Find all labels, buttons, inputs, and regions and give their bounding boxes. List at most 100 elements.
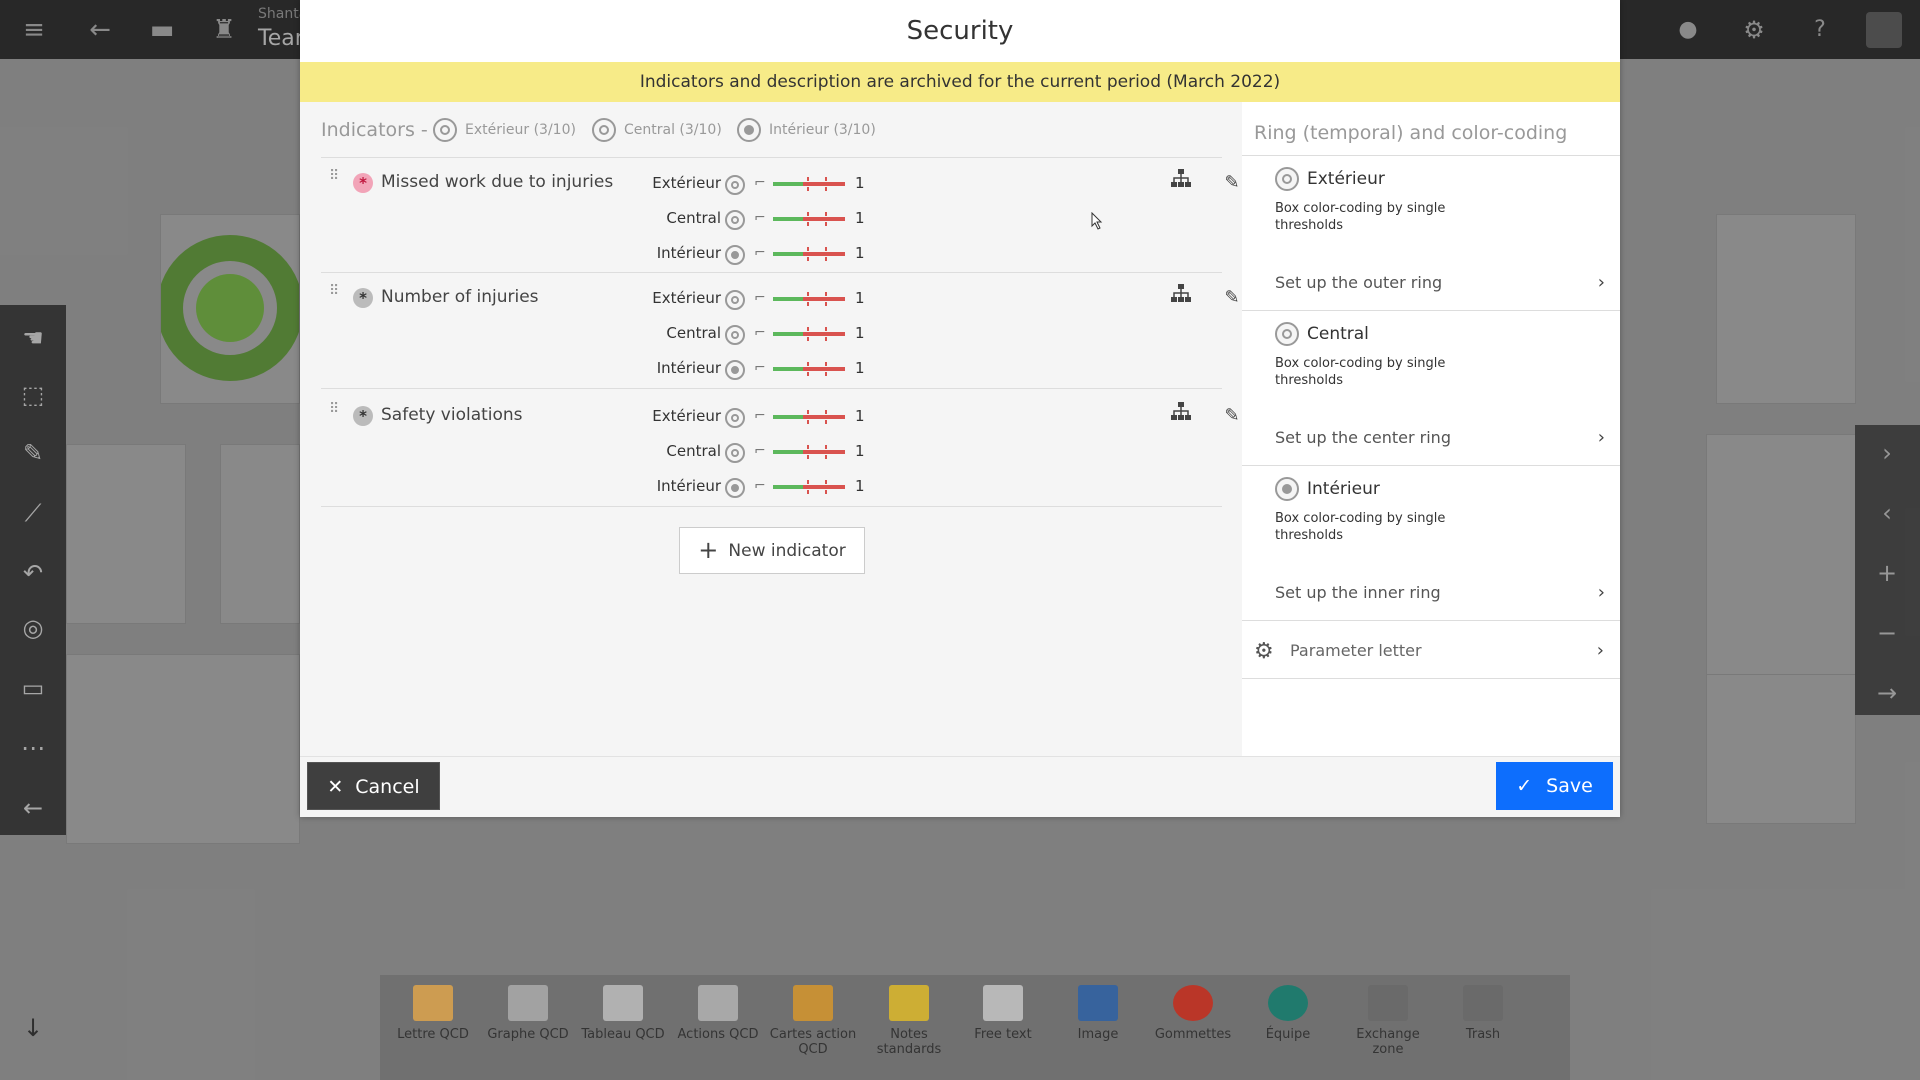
link-label: Set up the inner ring xyxy=(1275,583,1441,602)
inner-ring-icon xyxy=(725,478,745,498)
divider xyxy=(1242,620,1620,621)
inner-ring-icon xyxy=(725,245,745,265)
ring-description: Box color-coding by single thresholds xyxy=(1275,201,1446,233)
parameter-letter-link[interactable]: ⚙ Parameter letter › xyxy=(1254,638,1604,665)
threshold-value: 1 xyxy=(855,324,865,342)
ring-label: Extérieur xyxy=(652,289,721,307)
indicators-heading: Indicators - xyxy=(321,119,428,141)
link-label: Parameter letter xyxy=(1290,641,1422,660)
legend-label: Intérieur (3/10) xyxy=(769,122,876,138)
ring-threshold-row: Intérieur ⌐ 1 xyxy=(611,242,865,268)
ring-threshold-row: Intérieur ⌐ 1 xyxy=(611,475,865,501)
center-ring-icon xyxy=(592,118,616,142)
chevron-right-icon: › xyxy=(1596,640,1604,661)
threshold-bar xyxy=(773,292,845,306)
link-label: Set up the outer ring xyxy=(1275,273,1443,292)
threshold-step-icon: ⌐ xyxy=(754,325,766,341)
threshold-bar xyxy=(773,177,845,191)
close-icon: ✕ xyxy=(327,776,344,798)
ring-title-central: Central xyxy=(1275,321,1369,347)
ring-threshold-row: Intérieur ⌐ 1 xyxy=(611,357,865,383)
threshold-value: 1 xyxy=(855,289,865,307)
ring-name: Extérieur xyxy=(1307,169,1385,189)
threshold-step-icon: ⌐ xyxy=(754,210,766,226)
ring-label: Intérieur xyxy=(656,244,721,262)
chevron-right-icon: › xyxy=(1597,272,1605,293)
legend-exterior: Extérieur (3/10) xyxy=(433,118,576,142)
ring-description: Box color-coding by single thresholds xyxy=(1275,356,1446,388)
ring-label: Central xyxy=(666,442,721,460)
setup-outer-ring-link[interactable]: Set up the outer ring › xyxy=(1275,271,1605,295)
asterisk-icon: * xyxy=(353,288,373,308)
inner-ring-icon xyxy=(1275,477,1299,501)
divider xyxy=(1242,678,1620,679)
panel-title: Ring (temporal) and color-coding xyxy=(1254,122,1568,144)
threshold-bar xyxy=(773,327,845,341)
threshold-step-icon: ⌐ xyxy=(754,290,766,306)
drag-handle-icon[interactable]: ⠿ xyxy=(329,169,343,190)
divider xyxy=(1242,310,1620,311)
legend-central: Central (3/10) xyxy=(592,118,722,142)
threshold-value: 1 xyxy=(855,359,865,377)
threshold-step-icon: ⌐ xyxy=(754,245,766,261)
cancel-button[interactable]: ✕ Cancel xyxy=(307,762,440,810)
drag-handle-icon[interactable]: ⠿ xyxy=(329,284,343,305)
threshold-value: 1 xyxy=(855,209,865,227)
threshold-bar xyxy=(773,247,845,261)
hierarchy-icon[interactable] xyxy=(1166,401,1196,431)
ring-threshold-row: Central ⌐ 1 xyxy=(611,207,865,233)
center-ring-icon xyxy=(1275,322,1299,346)
new-indicator-button[interactable]: + New indicator xyxy=(679,527,865,574)
threshold-bar xyxy=(773,445,845,459)
ring-title-interior: Intérieur xyxy=(1275,476,1380,502)
hierarchy-icon[interactable] xyxy=(1166,283,1196,313)
archive-banner: Indicators and description are archived … xyxy=(300,62,1620,102)
threshold-bar xyxy=(773,480,845,494)
legend-label: Central (3/10) xyxy=(624,122,722,138)
setup-center-ring-link[interactable]: Set up the center ring › xyxy=(1275,426,1605,450)
ring-settings-panel: Ring (temporal) and color-coding Extérie… xyxy=(1242,102,1620,756)
indicator-name: Safety violations xyxy=(381,405,523,425)
cancel-label: Cancel xyxy=(355,776,420,798)
outer-ring-icon xyxy=(725,290,745,310)
ring-title-exterior: Extérieur xyxy=(1275,166,1385,192)
mouse-cursor-icon xyxy=(1091,212,1103,230)
ring-description: Box color-coding by single thresholds xyxy=(1275,511,1446,543)
threshold-value: 1 xyxy=(855,442,865,460)
chevron-right-icon: › xyxy=(1597,582,1605,603)
ring-label: Intérieur xyxy=(656,477,721,495)
hierarchy-icon[interactable] xyxy=(1166,168,1196,198)
save-button[interactable]: ✓ Save xyxy=(1496,762,1613,810)
gear-icon: ⚙ xyxy=(1254,638,1274,664)
center-ring-icon xyxy=(725,443,745,463)
ring-name: Central xyxy=(1307,324,1369,344)
threshold-step-icon: ⌐ xyxy=(754,408,766,424)
ring-name: Intérieur xyxy=(1307,479,1380,499)
setup-inner-ring-link[interactable]: Set up the inner ring › xyxy=(1275,581,1605,605)
threshold-step-icon: ⌐ xyxy=(754,443,766,459)
chevron-right-icon: › xyxy=(1597,427,1605,448)
threshold-step-icon: ⌐ xyxy=(754,175,766,191)
center-ring-icon xyxy=(725,210,745,230)
new-indicator-label: New indicator xyxy=(728,541,846,561)
threshold-bar xyxy=(773,410,845,424)
ring-label: Intérieur xyxy=(656,359,721,377)
ring-threshold-row: Extérieur ⌐ 1 xyxy=(611,405,865,431)
outer-ring-icon xyxy=(725,175,745,195)
divider xyxy=(1242,155,1620,156)
drag-handle-icon[interactable]: ⠿ xyxy=(329,402,343,423)
plus-icon: + xyxy=(698,536,719,564)
ring-threshold-row: Central ⌐ 1 xyxy=(611,440,865,466)
ring-threshold-row: Central ⌐ 1 xyxy=(611,322,865,348)
threshold-value: 1 xyxy=(855,407,865,425)
ring-label: Central xyxy=(666,324,721,342)
save-label: Save xyxy=(1546,775,1593,797)
indicator-name: Number of injuries xyxy=(381,287,539,307)
ring-label: Extérieur xyxy=(652,174,721,192)
legend-interior: Intérieur (3/10) xyxy=(737,118,876,142)
threshold-value: 1 xyxy=(855,477,865,495)
outer-ring-icon xyxy=(725,408,745,428)
asterisk-icon: * xyxy=(353,406,373,426)
threshold-value: 1 xyxy=(855,244,865,262)
modal-footer: ✕ Cancel ✓ Save xyxy=(300,756,1620,817)
